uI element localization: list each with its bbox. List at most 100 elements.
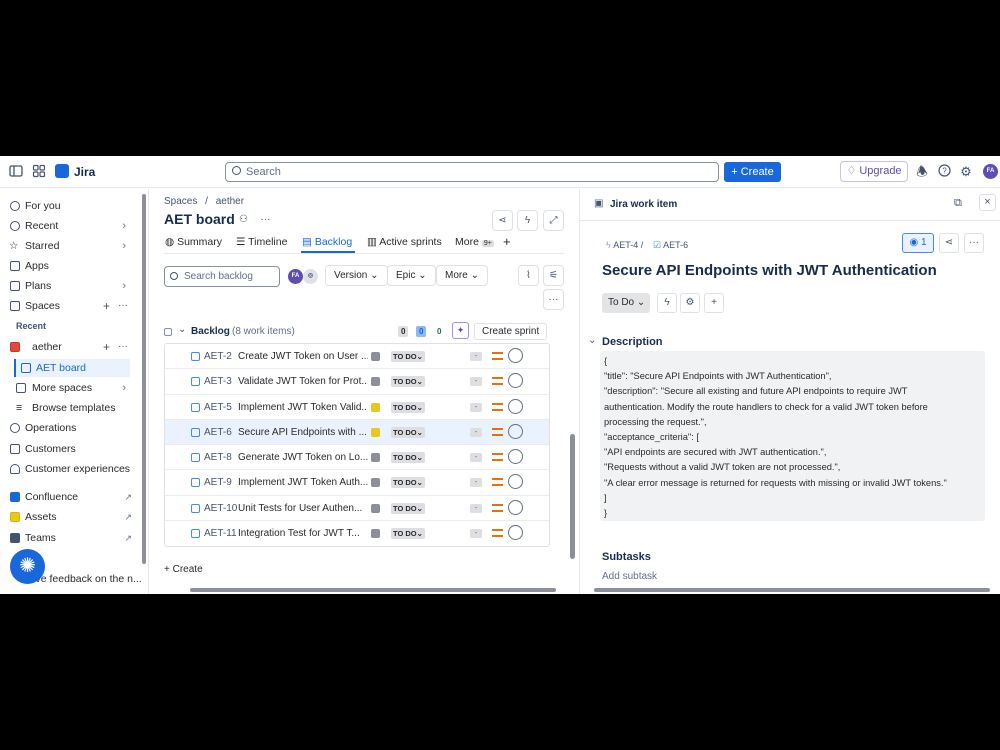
- item-key[interactable]: AET-5: [204, 402, 232, 413]
- table-row[interactable]: AET-11 Integration Test for JWT T... TO DO…: [165, 521, 549, 546]
- app-switcher-icon[interactable]: [31, 164, 47, 180]
- tab-more[interactable]: More 9+: [455, 236, 494, 248]
- table-row[interactable]: AET-6 Secure API Endpoints with ... TO DO⌄…: [165, 419, 549, 446]
- settings-gear-icon[interactable]: ⚙: [680, 293, 700, 313]
- item-breadcrumb[interactable]: ☑ AET-6: [653, 240, 688, 251]
- sidebar-toggle-icon[interactable]: [8, 164, 24, 180]
- item-summary[interactable]: Unit Tests for User Authen...: [238, 503, 368, 514]
- app-name[interactable]: Jira: [74, 165, 95, 179]
- estimate-badge[interactable]: -: [470, 377, 482, 387]
- sidebar-item-spaces[interactable]: Spaces + ···: [8, 297, 134, 315]
- upgrade-button[interactable]: ♢ Upgrade: [840, 161, 908, 182]
- help-icon[interactable]: ?: [936, 164, 952, 180]
- status-badge[interactable]: TO DO⌄: [391, 376, 425, 388]
- item-summary[interactable]: Create JWT Token on User ...: [238, 351, 368, 362]
- estimate-badge[interactable]: -: [470, 478, 482, 488]
- chevron-down-icon[interactable]: ⌄: [588, 335, 596, 346]
- item-key[interactable]: AET-6: [204, 427, 232, 438]
- work-item-title[interactable]: Secure API Endpoints with JWT Authentica…: [602, 262, 937, 279]
- insights-chart-icon[interactable]: ⌇: [518, 265, 539, 286]
- tab-summary[interactable]: ◍ Summary: [165, 236, 222, 248]
- add-space-icon[interactable]: +: [103, 297, 110, 315]
- automation-lightning-icon[interactable]: ϟ: [657, 293, 677, 313]
- parent-breadcrumb[interactable]: ϟ AET-4 /: [606, 240, 643, 250]
- table-row[interactable]: AET-8 Generate JWT Token on Lo... TO DO⌄ -: [165, 445, 549, 471]
- chevron-right-icon[interactable]: ›: [122, 379, 126, 397]
- more-options-icon[interactable]: ···: [543, 289, 564, 310]
- item-key[interactable]: AET-8: [204, 452, 232, 463]
- more-options-icon[interactable]: ···: [118, 297, 128, 315]
- chevron-right-icon[interactable]: ›: [122, 277, 126, 295]
- version-filter[interactable]: Version ⌄: [325, 265, 388, 286]
- add-icon[interactable]: +: [704, 293, 724, 313]
- tab-backlog[interactable]: ▤ Backlog: [302, 236, 352, 248]
- status-dropdown[interactable]: To Do ⌄: [602, 293, 650, 313]
- sidebar-item-apps[interactable]: Apps: [8, 257, 134, 275]
- user-avatar[interactable]: FA: [983, 164, 998, 179]
- chevron-right-icon[interactable]: ›: [122, 237, 126, 255]
- rovo-assistant-icon[interactable]: ✺: [10, 549, 45, 584]
- add-tab-icon[interactable]: +: [503, 234, 511, 249]
- unassigned-avatar-icon[interactable]: [508, 449, 523, 465]
- item-summary[interactable]: Generate JWT Token on Lo...: [238, 452, 368, 463]
- estimate-badge[interactable]: -: [470, 453, 482, 463]
- tab-timeline[interactable]: ☰ Timeline: [236, 236, 287, 248]
- status-badge[interactable]: TO DO⌄: [391, 401, 425, 413]
- panel-horizontal-scrollbar[interactable]: [594, 588, 990, 592]
- sidebar-space-aether[interactable]: aether + ···: [8, 338, 134, 356]
- share-icon[interactable]: ⋖: [939, 233, 959, 253]
- share-icon[interactable]: ⋖: [492, 210, 513, 231]
- sidebar-item-aet-board[interactable]: AET board: [14, 359, 130, 377]
- item-key[interactable]: AET-3: [204, 376, 232, 387]
- close-icon[interactable]: ×: [979, 194, 996, 211]
- table-row[interactable]: AET-3 Validate JWT Token for Prot... TO DO…: [165, 369, 549, 395]
- sidebar-scrollbar[interactable]: [142, 194, 146, 564]
- item-summary[interactable]: Implement JWT Token Valid...: [238, 402, 368, 413]
- watchers-button[interactable]: ◉ 1: [902, 233, 934, 253]
- status-badge[interactable]: TO DO⌄: [391, 426, 425, 438]
- status-badge[interactable]: TO DO⌄: [391, 452, 425, 464]
- sidebar-item-for-you[interactable]: For you: [8, 197, 134, 215]
- item-key[interactable]: AET-2: [204, 351, 232, 362]
- notifications-bell-icon[interactable]: 🕭: [914, 164, 930, 180]
- tab-active-sprints[interactable]: ▥ Active sprints: [367, 236, 442, 248]
- estimate-badge[interactable]: -: [470, 529, 482, 539]
- more-filter[interactable]: More ⌄: [436, 265, 488, 286]
- sidebar-item-operations[interactable]: Operations: [8, 419, 134, 437]
- sidebar-item-recent[interactable]: Recent ›: [8, 217, 134, 235]
- sidebar-item-customers[interactable]: Customers: [8, 440, 134, 458]
- estimate-badge[interactable]: -: [470, 352, 482, 361]
- table-row[interactable]: AET-2 Create JWT Token on User ... TO DO⌄ -: [165, 344, 549, 370]
- unassigned-avatar-icon[interactable]: [508, 499, 523, 515]
- sidebar-item-starred[interactable]: ☆ Starred ›: [8, 237, 134, 255]
- sidebar-item-plans[interactable]: Plans ›: [8, 277, 134, 295]
- sidebar-item-teams[interactable]: Teams ↗: [8, 529, 134, 547]
- item-key[interactable]: AET-10: [204, 503, 237, 514]
- backlog-search-input[interactable]: Search backlog: [164, 266, 280, 287]
- estimate-badge[interactable]: -: [470, 503, 482, 513]
- unassigned-avatar-icon[interactable]: [508, 398, 523, 414]
- ai-sparkle-icon[interactable]: ✦: [452, 322, 469, 339]
- automation-lightning-icon[interactable]: ϟ: [517, 210, 538, 231]
- estimate-badge[interactable]: -: [470, 402, 482, 412]
- item-summary[interactable]: Secure API Endpoints with ...: [238, 427, 368, 438]
- table-row[interactable]: AET-5 Implement JWT Token Valid... TO DO⌄ -: [165, 395, 549, 420]
- status-badge[interactable]: TO DO⌄: [391, 477, 425, 489]
- global-search-input[interactable]: Search: [225, 162, 719, 182]
- status-badge[interactable]: TO DO⌄: [391, 528, 425, 540]
- unassigned-avatar-icon[interactable]: ◎: [303, 269, 318, 284]
- table-row[interactable]: AET-9 Implement JWT Token Auth... TO DO⌄ -: [165, 470, 549, 496]
- sidebar-item-assets[interactable]: Assets ↗: [8, 508, 134, 526]
- unassigned-avatar-icon[interactable]: [508, 525, 523, 541]
- item-summary[interactable]: Validate JWT Token for Prot...: [238, 376, 368, 387]
- description-content[interactable]: {"title": "Secure API Endpoints with JWT…: [600, 351, 985, 521]
- unassigned-avatar-icon[interactable]: [508, 348, 523, 363]
- unassigned-avatar-icon[interactable]: [508, 474, 523, 490]
- sidebar-item-browse-templates[interactable]: ≡ Browse templates: [8, 399, 134, 417]
- more-options-icon[interactable]: ···: [255, 210, 276, 231]
- create-button[interactable]: + Create: [724, 162, 781, 182]
- chevron-down-icon[interactable]: ⌄: [178, 324, 186, 335]
- table-row[interactable]: AET-10 Unit Tests for User Authen... TO DO…: [165, 496, 549, 522]
- epic-filter[interactable]: Epic ⌄: [387, 265, 436, 286]
- item-summary[interactable]: Integration Test for JWT T...: [238, 528, 368, 539]
